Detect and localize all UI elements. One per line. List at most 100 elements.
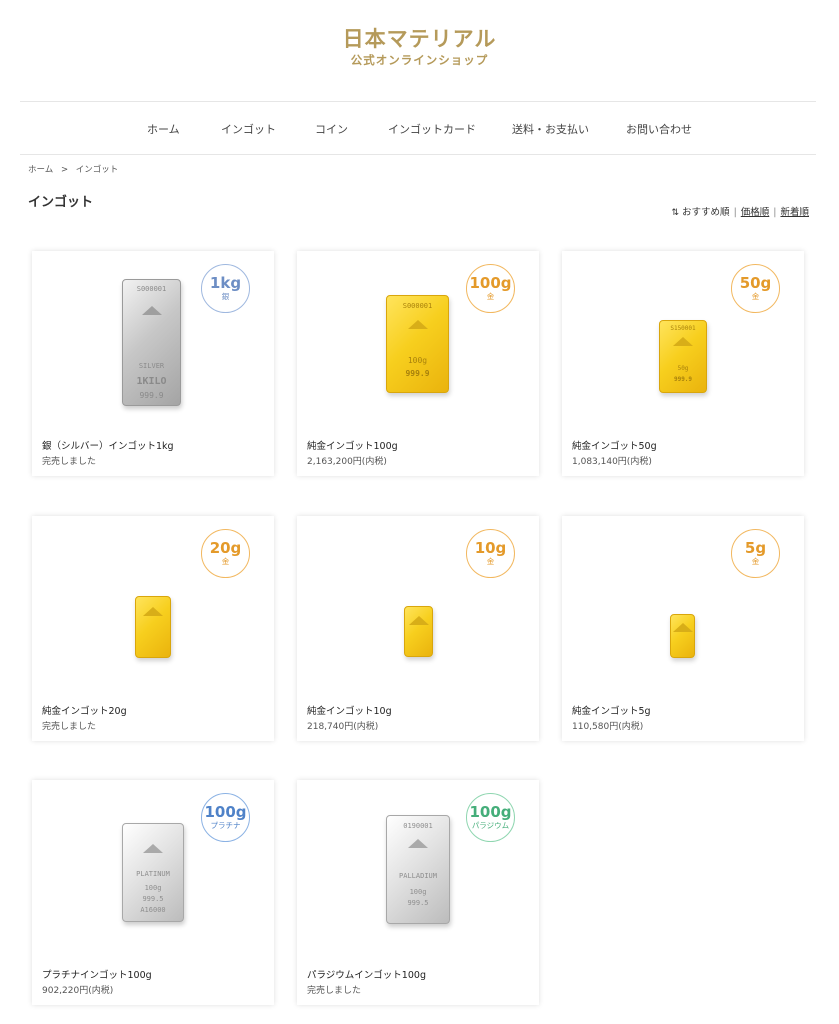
nav-item-shipping-payment[interactable]: 送料・お支払い bbox=[512, 121, 589, 137]
refiner-mark-icon bbox=[143, 844, 163, 853]
badge-weight: 1kg bbox=[209, 274, 242, 292]
badge-weight: 50g bbox=[739, 274, 772, 292]
nav-item-coin[interactable]: コイン bbox=[315, 121, 348, 137]
bar-stamp: 999.9 bbox=[405, 369, 430, 378]
product-price: 2,163,200円(内税) bbox=[307, 457, 387, 467]
weight-badge: 20g 金 bbox=[201, 529, 250, 578]
badge-weight: 100g bbox=[469, 803, 512, 821]
gold-ingot-image bbox=[135, 596, 171, 658]
product-name[interactable]: パラジウムインゴット100g bbox=[307, 967, 426, 981]
sort-options: ⇅ おすすめ順 | 価格順 | 新着順 bbox=[672, 204, 810, 218]
main-nav: ホーム インゴット コイン インゴットカード 送料・お支払い お問い合わせ bbox=[20, 101, 816, 155]
weight-badge: 50g 金 bbox=[731, 264, 780, 313]
badge-metal: 銀 bbox=[221, 292, 230, 301]
bar-stamp: PLATINUM bbox=[136, 870, 170, 878]
badge-metal: 金 bbox=[486, 292, 495, 301]
sort-icon: ⇅ bbox=[671, 208, 680, 218]
weight-badge: 5g 金 bbox=[731, 529, 780, 578]
product-card[interactable]: S000001 SILVER 1KILO 999.9 1kg 銀 銀（シルバー）… bbox=[32, 251, 274, 476]
logo-main-text: 日本マテリアル bbox=[342, 27, 497, 51]
sort-separator: | bbox=[733, 207, 737, 218]
weight-badge: 100g 金 bbox=[466, 264, 515, 313]
bar-stamp: 999.9 bbox=[139, 391, 164, 400]
product-price: 1,083,140円(内税) bbox=[572, 457, 652, 467]
breadcrumb-current: インゴット bbox=[75, 165, 119, 175]
product-name[interactable]: 純金インゴット50g bbox=[572, 438, 657, 452]
bar-stamp: S150001 bbox=[670, 325, 696, 332]
badge-metal: 金 bbox=[751, 292, 760, 301]
sort-recommended[interactable]: おすすめ順 bbox=[682, 207, 730, 218]
bar-stamp: 50g bbox=[677, 365, 689, 372]
product-card[interactable]: 0190001 PALLADIUM 100g 999.5 100g パラジウム … bbox=[297, 780, 539, 1005]
gold-ingot-image bbox=[404, 606, 433, 657]
product-card[interactable]: S150001 50g 999.9 50g 金 純金インゴット50g 1,083… bbox=[562, 251, 804, 476]
badge-weight: 100g bbox=[204, 803, 247, 821]
badge-metal: パラジウム bbox=[471, 821, 510, 830]
bar-stamp: S000001 bbox=[402, 302, 433, 310]
bar-stamp: 999.5 bbox=[407, 899, 429, 907]
bar-stamp: SILVER bbox=[138, 362, 165, 370]
refiner-mark-icon bbox=[407, 320, 428, 329]
refiner-mark-icon bbox=[673, 337, 693, 346]
gold-ingot-image bbox=[670, 614, 695, 658]
product-name[interactable]: 純金インゴット20g bbox=[42, 703, 127, 717]
breadcrumb-separator: > bbox=[60, 165, 69, 175]
product-card[interactable]: PLATINUM 100g 999.5 A16000 100g プラチナ プラチ… bbox=[32, 780, 274, 1005]
refiner-mark-icon bbox=[141, 306, 162, 315]
site-header: 日本マテリアル 公式オンラインショップ bbox=[0, 0, 839, 100]
badge-weight: 20g bbox=[209, 539, 242, 557]
bar-stamp: PALLADIUM bbox=[399, 872, 437, 880]
bar-stamp: S000001 bbox=[136, 285, 167, 293]
badge-weight: 100g bbox=[469, 274, 512, 292]
bar-stamp: 999.5 bbox=[142, 895, 164, 903]
bar-stamp: A16000 bbox=[140, 906, 166, 914]
bar-stamp: 0190001 bbox=[403, 822, 433, 830]
product-price: 完売しました bbox=[307, 986, 362, 996]
nav-item-ingot[interactable]: インゴット bbox=[221, 121, 276, 137]
logo-sub-text: 公式オンラインショップ bbox=[350, 53, 489, 67]
product-price: 218,740円(内税) bbox=[307, 722, 379, 732]
badge-metal: プラチナ bbox=[210, 821, 241, 830]
sort-by-price[interactable]: 価格順 bbox=[741, 207, 770, 218]
site-logo[interactable]: 日本マテリアル 公式オンラインショップ bbox=[0, 26, 839, 68]
badge-weight: 5g bbox=[744, 539, 767, 557]
platinum-ingot-image: PLATINUM 100g 999.5 A16000 bbox=[122, 823, 184, 922]
weight-badge: 1kg 銀 bbox=[201, 264, 250, 313]
bar-stamp: 100g bbox=[407, 356, 428, 365]
palladium-ingot-image: 0190001 PALLADIUM 100g 999.5 bbox=[386, 815, 450, 924]
product-name[interactable]: プラチナインゴット100g bbox=[42, 967, 152, 981]
bar-stamp: 999.9 bbox=[673, 376, 693, 383]
weight-badge: 10g 金 bbox=[466, 529, 515, 578]
refiner-mark-icon bbox=[672, 623, 693, 632]
product-card[interactable]: S000001 100g 999.9 100g 金 純金インゴット100g 2,… bbox=[297, 251, 539, 476]
product-name[interactable]: 純金インゴット10g bbox=[307, 703, 392, 717]
product-price: 110,580円(内税) bbox=[572, 722, 644, 732]
sort-by-newest[interactable]: 新着順 bbox=[780, 207, 809, 218]
gold-ingot-image: S000001 100g 999.9 bbox=[386, 295, 449, 393]
product-card[interactable]: 10g 金 純金インゴット10g 218,740円(内税) bbox=[297, 516, 539, 741]
badge-weight: 10g bbox=[474, 539, 507, 557]
nav-item-home[interactable]: ホーム bbox=[147, 121, 180, 137]
weight-badge: 100g プラチナ bbox=[201, 793, 250, 842]
nav-item-ingot-card[interactable]: インゴットカード bbox=[388, 121, 476, 137]
product-price: 902,220円(内税) bbox=[42, 986, 114, 996]
product-name[interactable]: 純金インゴット5g bbox=[572, 703, 651, 717]
badge-metal: 金 bbox=[751, 557, 760, 566]
product-price: 完売しました bbox=[42, 457, 97, 467]
product-card[interactable]: 5g 金 純金インゴット5g 110,580円(内税) bbox=[562, 516, 804, 741]
gold-ingot-image: S150001 50g 999.9 bbox=[659, 320, 707, 393]
product-price: 完売しました bbox=[42, 722, 97, 732]
breadcrumb-home[interactable]: ホーム bbox=[28, 165, 53, 175]
page-title: インゴット bbox=[28, 195, 94, 210]
product-name[interactable]: 銀（シルバー）インゴット1kg bbox=[42, 438, 174, 452]
nav-item-contact[interactable]: お問い合わせ bbox=[626, 121, 692, 137]
breadcrumb: ホーム > インゴット bbox=[28, 163, 123, 175]
badge-metal: 金 bbox=[221, 557, 230, 566]
refiner-mark-icon bbox=[408, 616, 429, 625]
product-card[interactable]: 20g 金 純金インゴット20g 完売しました bbox=[32, 516, 274, 741]
badge-metal: 金 bbox=[486, 557, 495, 566]
silver-ingot-image: S000001 SILVER 1KILO 999.9 bbox=[122, 279, 181, 406]
bar-stamp: 100g bbox=[409, 888, 427, 896]
refiner-mark-icon bbox=[408, 839, 428, 848]
product-name[interactable]: 純金インゴット100g bbox=[307, 438, 398, 452]
